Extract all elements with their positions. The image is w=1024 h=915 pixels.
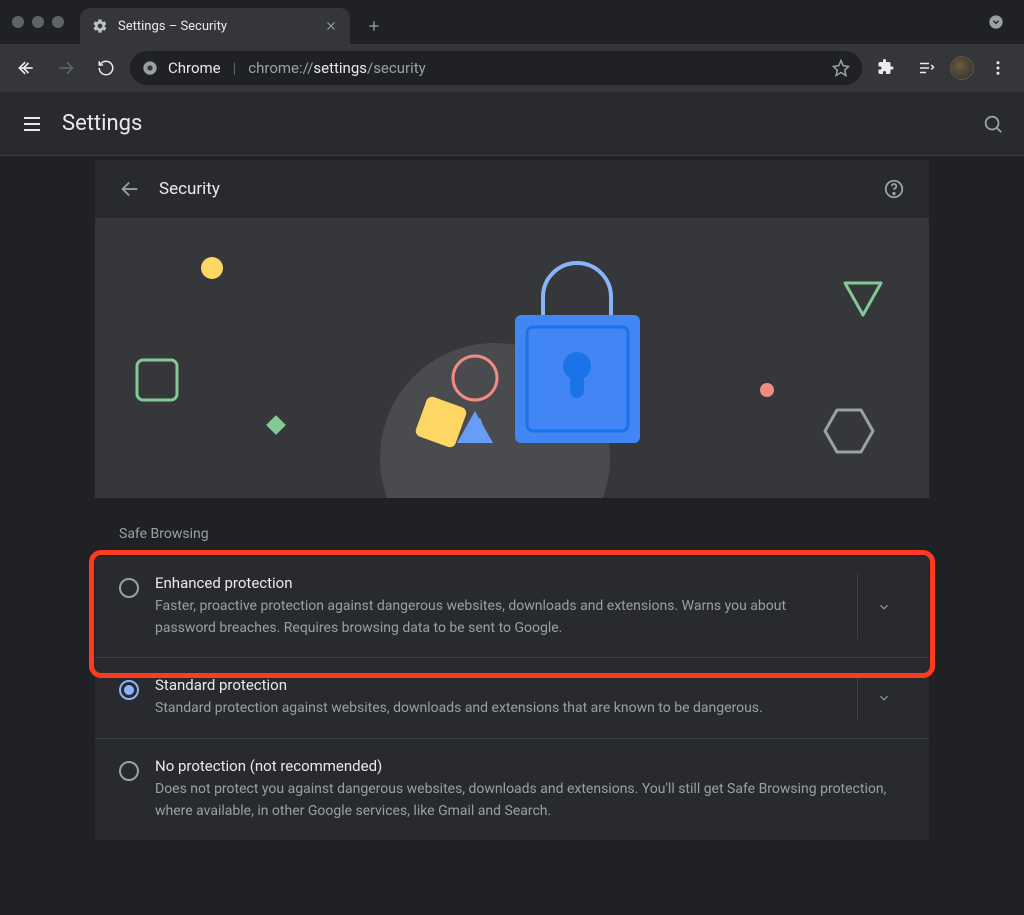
browser-toolbar: Chrome | chrome://settings/security	[0, 44, 1024, 92]
traffic-light-zoom[interactable]	[52, 16, 64, 28]
gear-icon	[92, 18, 108, 34]
traffic-light-minimize[interactable]	[32, 16, 44, 28]
profile-avatar[interactable]	[950, 56, 974, 80]
section-title: Security	[159, 179, 220, 199]
forward-button[interactable]	[50, 52, 82, 84]
security-panel: Security	[95, 156, 929, 915]
search-icon[interactable]	[982, 113, 1004, 135]
option-description: Standard protection against websites, do…	[155, 698, 845, 720]
help-icon[interactable]	[883, 178, 905, 200]
chevron-down-icon	[877, 691, 891, 705]
extensions-button[interactable]	[870, 52, 902, 84]
chrome-icon	[142, 60, 158, 76]
close-icon[interactable]	[324, 19, 338, 33]
back-arrow-icon[interactable]	[119, 178, 141, 200]
chrome-menu-button[interactable]	[982, 52, 1014, 84]
reload-button[interactable]	[90, 52, 122, 84]
option-enhanced-protection[interactable]: Enhanced protection Faster, proactive pr…	[95, 556, 929, 657]
option-description: Does not protect you against dangerous w…	[155, 779, 901, 822]
option-no-protection[interactable]: No protection (not recommended) Does not…	[95, 738, 929, 840]
settings-title: Settings	[62, 111, 142, 136]
tab-title: Settings – Security	[118, 19, 314, 34]
expand-standard[interactable]	[857, 676, 909, 720]
browser-tab[interactable]: Settings – Security	[80, 8, 350, 44]
chevron-down-icon	[877, 600, 891, 614]
expand-enhanced[interactable]	[857, 574, 909, 639]
option-description: Faster, proactive protection against dan…	[155, 596, 845, 639]
radio-no-protection[interactable]	[107, 757, 151, 781]
address-bar[interactable]: Chrome | chrome://settings/security	[130, 51, 862, 85]
radio-enhanced[interactable]	[107, 574, 151, 598]
settings-content: Security	[0, 156, 1024, 915]
safe-browsing-options: Enhanced protection Faster, proactive pr…	[95, 556, 929, 840]
settings-header: Settings	[0, 92, 1024, 156]
bookmark-star-icon[interactable]	[832, 59, 850, 77]
security-hero-illustration	[95, 218, 929, 498]
option-standard-protection[interactable]: Standard protection Standard protection …	[95, 657, 929, 738]
traffic-light-close[interactable]	[12, 16, 24, 28]
traffic-lights	[12, 16, 64, 28]
omnibox-product: Chrome	[168, 59, 221, 77]
omnibox-url-scheme: chrome://	[248, 59, 313, 77]
section-header: Security	[95, 160, 929, 218]
option-title: No protection (not recommended)	[155, 757, 901, 775]
omnibox-separator: |	[233, 59, 237, 77]
window-titlebar: Settings – Security	[0, 0, 1024, 44]
menu-icon[interactable]	[20, 112, 44, 136]
omnibox-url-host: settings	[313, 59, 367, 77]
new-tab-button[interactable]	[360, 12, 388, 40]
back-button[interactable]	[10, 52, 42, 84]
option-title: Standard protection	[155, 676, 845, 694]
reading-list-button[interactable]	[910, 52, 942, 84]
radio-standard[interactable]	[107, 676, 151, 700]
chevron-down-circle-icon[interactable]	[988, 14, 1004, 30]
safe-browsing-label: Safe Browsing	[95, 498, 929, 556]
omnibox-url-path: /security	[367, 59, 426, 77]
option-title: Enhanced protection	[155, 574, 845, 592]
